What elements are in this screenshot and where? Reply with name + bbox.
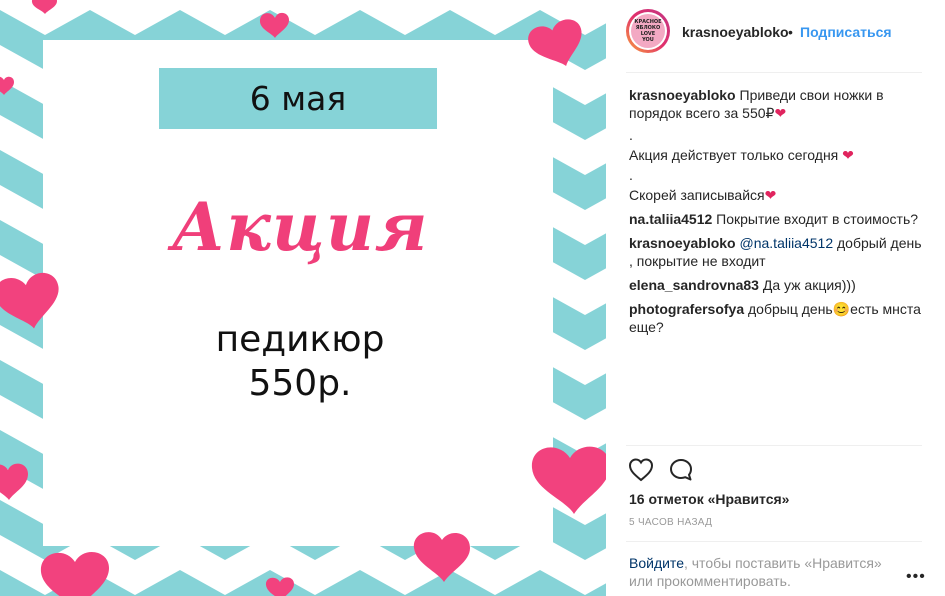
post-sidebar: КРАСНОЕ ЯБЛОКО LOVE YOU krasnoeyabloko •… [606,0,945,596]
comment-username[interactable]: elena_sandrovna83 [629,277,759,293]
comment-username[interactable]: krasnoeyabloko [629,235,736,251]
comment-bubble-icon[interactable] [668,457,694,483]
avatar-logo: КРАСНОЕ ЯБЛОКО LOVE YOU [631,14,665,48]
comment-username[interactable]: na.taliia4512 [629,211,712,227]
comment: krasnoeyabloko @na.taliia4512 добрый ден… [629,234,929,270]
service-price: 550р. [248,363,352,404]
heart-outline-icon[interactable] [628,457,654,483]
divider [626,445,922,446]
service-block: педикюр 550р. [150,318,450,406]
more-options-icon[interactable]: ••• [906,568,926,586]
comment-line: Скорей записывайся❤ [629,186,929,204]
comment-line: Акция действует только сегодня ❤ [629,146,929,164]
avatar-ring: КРАСНОЕ ЯБЛОКО LOVE YOU [629,12,667,50]
avatar[interactable]: КРАСНОЕ ЯБЛОКО LOVE YOU [626,9,670,53]
date-banner: 6 мая [159,68,437,129]
follow-button[interactable]: Подписаться [800,24,892,40]
comment-text: Скорей записывайся [629,187,765,203]
heart-emoji-icon: ❤ [774,105,787,121]
login-prompt: Войдите, чтобы поставить «Нравится» или … [629,554,909,590]
comment-mention[interactable]: @na.taliia4512 [740,235,834,251]
post-header: КРАСНОЕ ЯБЛОКО LOVE YOU krasnoeyabloko •… [606,0,945,72]
likes-count[interactable]: 16 отметок «Нравится» [629,491,789,507]
promo-title: Акция [171,188,429,266]
smile-emoji-icon: 😊 [832,301,851,317]
divider [626,72,922,73]
heart-emoji-icon: ❤ [842,147,854,163]
heart-emoji-icon: ❤ [764,187,777,203]
comment-text: Да уж акция))) [762,277,856,293]
header-username[interactable]: krasnoeyabloko [682,24,789,40]
comment-text: . [629,127,633,143]
avatar-text: YOU [642,37,654,43]
comment-caption: krasnoeyabloko Приведи свои ножки в поря… [629,86,929,122]
divider [626,541,922,542]
comment: elena_sandrovna83 Да уж акция))) [629,276,929,294]
comment-username[interactable]: krasnoeyabloko [629,87,736,103]
login-link[interactable]: Войдите [629,555,684,571]
comment-text: добрыц день [748,301,833,317]
service-name: педикюр [215,319,385,360]
post-timestamp[interactable]: 5 ЧАСОВ НАЗАД [629,517,712,528]
comment-username[interactable]: photografersofya [629,301,744,317]
comment: photografersofya добрыц день😊есть мнста … [629,300,929,336]
comment: na.taliia4512 Покрытие входит в стоимост… [629,210,929,228]
comment-text: Покрытие входит в стоимость? [716,211,919,227]
comment-line: . [629,166,929,184]
post-image[interactable]: 6 мая Акция педикюр 550р. [0,0,606,596]
comments-list: krasnoeyabloko Приведи свои ножки в поря… [629,86,929,342]
comment-line: . [629,126,929,144]
comment-text: . [629,167,633,183]
comment-text: Акция действует только сегодня [629,147,843,163]
header-separator: • [788,24,793,40]
